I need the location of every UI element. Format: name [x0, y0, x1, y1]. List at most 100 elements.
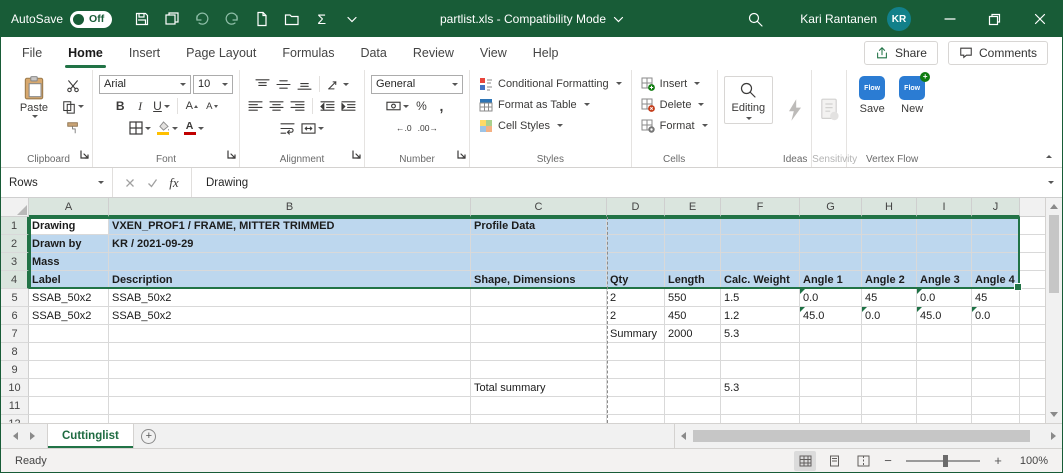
align-center-button[interactable] — [267, 97, 286, 116]
merge-center-button[interactable] — [299, 119, 326, 138]
cell-C6[interactable] — [471, 307, 607, 325]
fill-color-button[interactable] — [155, 119, 180, 138]
cell-J2[interactable] — [972, 235, 1020, 253]
cell-J3[interactable] — [972, 253, 1020, 271]
cell-C3[interactable] — [471, 253, 607, 271]
font-name-combo[interactable]: Arial — [99, 75, 191, 94]
row-header-12[interactable]: 12 — [1, 415, 29, 423]
row-header-7[interactable]: 7 — [1, 325, 29, 343]
column-header-G[interactable]: G — [800, 198, 862, 217]
share-button[interactable]: Share — [864, 41, 938, 65]
cell-J9[interactable] — [972, 361, 1020, 379]
previous-sheet-button[interactable] — [13, 432, 18, 440]
cell-F12[interactable] — [721, 415, 800, 423]
cell-A4[interactable]: Label — [29, 271, 109, 289]
new-file-button[interactable] — [248, 6, 275, 33]
autosave-toggle[interactable]: AutoSave Off — [11, 11, 112, 28]
cell-C8[interactable] — [471, 343, 607, 361]
cell-B4[interactable]: Description — [109, 271, 471, 289]
align-right-button[interactable] — [288, 97, 307, 116]
cell-D9[interactable] — [607, 361, 665, 379]
cell-D6[interactable]: 2 — [607, 307, 665, 325]
cell-C7[interactable] — [471, 325, 607, 343]
decrease-decimal-button[interactable]: .00→ — [416, 119, 440, 138]
save-all-button[interactable] — [158, 6, 185, 33]
cell-C5[interactable] — [471, 289, 607, 307]
format-painter-button[interactable] — [60, 118, 86, 137]
cell-J6[interactable]: 0.0 — [972, 307, 1020, 325]
cell-G2[interactable] — [800, 235, 862, 253]
comments-button[interactable]: Comments — [948, 41, 1048, 65]
column-header-F[interactable]: F — [721, 198, 800, 217]
horizontal-scrollbar[interactable] — [674, 424, 1062, 448]
decrease-font-button[interactable]: A — [203, 97, 221, 116]
tab-help[interactable]: Help — [520, 37, 572, 68]
cell-B7[interactable] — [109, 325, 471, 343]
cell-I5[interactable]: 0.0 — [917, 289, 972, 307]
cell-J10[interactable] — [972, 379, 1020, 397]
top-align-button[interactable] — [253, 75, 272, 94]
cell-D1[interactable] — [607, 217, 665, 235]
vertical-scroll-thumb[interactable] — [1049, 215, 1059, 293]
zoom-out-button[interactable]: − — [881, 453, 895, 468]
cancel-entry-button[interactable] — [121, 173, 139, 192]
row-header-5[interactable]: 5 — [1, 289, 29, 307]
cell-E8[interactable] — [665, 343, 721, 361]
cell-H2[interactable] — [862, 235, 917, 253]
cell-E1[interactable] — [665, 217, 721, 235]
zoom-slider[interactable] — [906, 460, 980, 462]
cell-H1[interactable] — [862, 217, 917, 235]
cell-F6[interactable]: 1.2 — [721, 307, 800, 325]
cell-G9[interactable] — [800, 361, 862, 379]
window-title-area[interactable]: partlist.xls - Compatibility Mode — [440, 1, 623, 37]
borders-button[interactable] — [127, 119, 153, 138]
cell-D7[interactable]: Summary — [607, 325, 665, 343]
cell-I8[interactable] — [917, 343, 972, 361]
cell-J7[interactable] — [972, 325, 1020, 343]
cell-G5[interactable]: 0.0 — [800, 289, 862, 307]
cell-A11[interactable] — [29, 397, 109, 415]
cell-F5[interactable]: 1.5 — [721, 289, 800, 307]
column-header-C[interactable]: C — [471, 198, 607, 217]
column-header-D[interactable]: D — [607, 198, 665, 217]
zoom-level[interactable]: 100% — [1012, 455, 1048, 467]
increase-indent-button[interactable] — [339, 97, 358, 116]
cell-G10[interactable] — [800, 379, 862, 397]
cell-D10[interactable] — [607, 379, 665, 397]
cell-C4[interactable]: Shape, Dimensions — [471, 271, 607, 289]
cell-C11[interactable] — [471, 397, 607, 415]
cell-I7[interactable] — [917, 325, 972, 343]
avatar[interactable]: KR — [887, 7, 911, 31]
comma-style-button[interactable]: , — [433, 97, 451, 116]
cell-G4[interactable]: Angle 1 — [800, 271, 862, 289]
increase-decimal-button[interactable]: ←.0 — [394, 119, 414, 138]
cell-G11[interactable] — [800, 397, 862, 415]
horizontal-scroll-track[interactable] — [692, 424, 1045, 448]
tab-file[interactable]: File — [9, 37, 55, 68]
percent-style-button[interactable]: % — [413, 97, 431, 116]
cell-B2[interactable]: KR / 2021-09-29 — [109, 235, 471, 253]
sheet-tab-cuttinglist[interactable]: Cuttinglist — [47, 424, 134, 448]
close-button[interactable] — [1017, 1, 1062, 37]
cell-H5[interactable]: 45 — [862, 289, 917, 307]
row-header-3[interactable]: 3 — [1, 253, 29, 271]
name-box[interactable]: Rows — [1, 168, 113, 197]
cell-H4[interactable]: Angle 2 — [862, 271, 917, 289]
cell-A6[interactable]: SSAB_50x2 — [29, 307, 109, 325]
cell-G12[interactable] — [800, 415, 862, 423]
alignment-dialog-launcher[interactable] — [352, 146, 361, 164]
row-header-1[interactable]: 1 — [1, 217, 29, 235]
cell-G6[interactable]: 45.0 — [800, 307, 862, 325]
row-header-2[interactable]: 2 — [1, 235, 29, 253]
expand-formula-bar-button[interactable] — [1038, 168, 1062, 197]
cell-D11[interactable] — [607, 397, 665, 415]
row-header-4[interactable]: 4 — [1, 271, 29, 289]
cell-A2[interactable]: Drawn by — [29, 235, 109, 253]
restore-button[interactable] — [972, 1, 1017, 37]
cell-D8[interactable] — [607, 343, 665, 361]
cell-A7[interactable] — [29, 325, 109, 343]
italic-button[interactable]: I — [131, 97, 149, 116]
zoom-slider-thumb[interactable] — [943, 455, 948, 467]
cell-F4[interactable]: Calc. Weight — [721, 271, 800, 289]
bold-button[interactable]: B — [111, 97, 129, 116]
